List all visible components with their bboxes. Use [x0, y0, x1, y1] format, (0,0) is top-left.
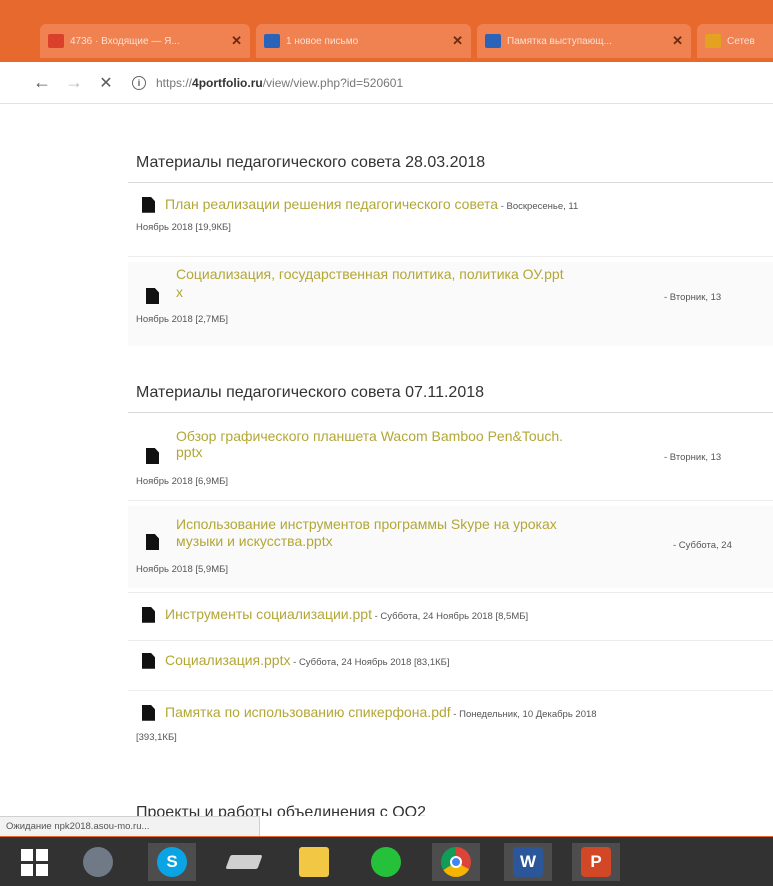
file-link-wrap[interactable]: музыки и искусства.pptx [176, 533, 333, 549]
chrome-center-icon [450, 856, 462, 868]
item-divider [128, 592, 773, 593]
file-link[interactable]: Использование инструментов программы Sky… [176, 516, 557, 532]
document-icon [146, 534, 159, 550]
scanner-icon [225, 855, 263, 869]
address-toolbar: ← → ✕ i https:// 4portfolio.ru /view/vie… [0, 62, 773, 104]
file-meta: - Понедельник, 10 Декабрь 2018 [450, 709, 597, 720]
file-link-wrap[interactable]: pptx [176, 444, 202, 460]
item-divider [128, 500, 773, 501]
file-item: Социализация, государственная политика, … [128, 262, 773, 346]
document-icon [142, 652, 155, 669]
stop-loading-icon[interactable]: ✕ [94, 73, 118, 93]
document-icon [142, 606, 155, 623]
document-icon [142, 704, 155, 721]
section-divider [128, 412, 773, 413]
item-divider [128, 640, 773, 641]
envelope-icon [264, 34, 280, 48]
file-meta: - Вторник, 13 [664, 292, 722, 303]
palette-icon [83, 847, 113, 877]
tab-close-icon[interactable]: ✕ [672, 33, 683, 49]
start-button[interactable] [10, 843, 58, 881]
tab-network[interactable]: Сетев [697, 24, 773, 58]
tab-title: Памятка выступающ... [507, 35, 612, 47]
file-link[interactable]: Памятка по использованию спикерфона.pdf [165, 704, 451, 720]
file-item: Социализация.pptx - Суббота, 24 Ноябрь 2… [128, 648, 773, 680]
tab-memo[interactable]: Памятка выступающ... ✕ [477, 24, 691, 58]
tab-close-icon[interactable]: ✕ [231, 33, 242, 49]
tab-title: 1 новое письмо [286, 35, 359, 47]
url-scheme: https:// [156, 75, 193, 90]
page-content: Материалы педагогического совета 28.03.2… [0, 104, 773, 816]
word-icon: W [513, 847, 543, 877]
file-link-wrap[interactable]: x [176, 284, 183, 300]
file-meta: - Суббота, 24 [673, 540, 732, 551]
taskbar-paint[interactable] [74, 843, 122, 881]
file-meta: - Суббота, 24 Ноябрь 2018 [83,1КБ] [290, 657, 450, 668]
url-host: 4portfolio.ru [192, 75, 263, 90]
site-info-icon[interactable]: i [132, 75, 146, 90]
file-meta-line: Ноябрь 2018 [19,9КБ] [136, 222, 231, 233]
file-meta-line: Ноябрь 2018 [5,9МБ] [136, 564, 229, 575]
mail-icon [48, 34, 64, 48]
tab-mail[interactable]: 4736 · Входящие — Я... ✕ [40, 24, 250, 58]
taskbar-whatsapp[interactable] [362, 843, 410, 881]
file-meta: - Суббота, 24 Ноябрь 2018 [8,5МБ] [371, 611, 529, 622]
file-meta: - Вторник, 13 [664, 452, 722, 463]
taskbar-explorer[interactable] [290, 843, 338, 881]
section-title: Материалы педагогического совета 07.11.2… [136, 384, 485, 401]
section-title-cutoff: Проекты и работы объединения с ОО2 [136, 804, 427, 816]
back-arrow-icon[interactable]: ← [30, 72, 54, 93]
document-icon [142, 196, 155, 213]
file-meta-line: Ноябрь 2018 [6,9МБ] [136, 476, 229, 487]
file-item: Памятка по использованию спикерфона.pdf … [128, 700, 773, 760]
document-icon [146, 288, 159, 304]
file-meta: - Воскресенье, 11 [498, 201, 579, 212]
status-bubble: Ожидание npk2018.asou-mo.ru... [0, 816, 260, 836]
windows-logo-icon [20, 848, 48, 876]
taskbar-word[interactable]: W [504, 843, 552, 881]
file-item: Инструменты социализации.ppt - Суббота, … [128, 600, 773, 632]
file-link[interactable]: Социализация.pptx [165, 652, 291, 668]
tab-title: Сетев [727, 35, 755, 47]
file-item: Использование инструментов программы Sky… [128, 506, 773, 588]
file-link[interactable]: Инструменты социализации.ppt [165, 606, 372, 622]
status-area [260, 816, 773, 836]
item-divider [128, 690, 773, 691]
taskbar-skype[interactable]: S [148, 843, 196, 881]
taskbar-chrome[interactable] [432, 843, 480, 881]
item-divider [128, 256, 773, 257]
file-link[interactable]: Социализация, государственная политика, … [176, 266, 564, 282]
folder-icon [705, 34, 721, 48]
file-item: План реализации решения педагогического … [128, 194, 773, 252]
chrome-icon [441, 847, 471, 877]
file-link[interactable]: План реализации решения педагогического … [165, 196, 498, 212]
url-path: /view/view.php?id=520601 [262, 75, 404, 90]
file-link[interactable]: Обзор графического планшета Wacom Bamboo… [176, 428, 563, 444]
tab-strip: 4736 · Входящие — Я... ✕ 1 новое письмо … [0, 0, 773, 62]
file-meta-line: Ноябрь 2018 [2,7МБ] [136, 314, 229, 325]
tab-title: 4736 · Входящие — Я... [70, 35, 180, 47]
whatsapp-icon [371, 847, 401, 877]
section-title: Материалы педагогического совета 28.03.2… [136, 154, 486, 171]
file-item: Обзор графического планшета Wacom Bamboo… [128, 422, 773, 506]
taskbar: S W P [0, 836, 773, 886]
section-divider [128, 182, 773, 183]
envelope-icon [485, 34, 501, 48]
tab-close-icon[interactable]: ✕ [452, 33, 463, 49]
taskbar-scanner[interactable] [220, 843, 268, 881]
skype-icon: S [157, 847, 187, 877]
tab-new-letter[interactable]: 1 новое письмо ✕ [256, 24, 471, 58]
powerpoint-icon: P [581, 847, 611, 877]
folder-icon [299, 847, 329, 877]
document-icon [146, 448, 159, 464]
forward-arrow-icon[interactable]: → [62, 72, 86, 93]
address-bar[interactable]: i https:// 4portfolio.ru /view/view.php?… [132, 75, 404, 90]
file-meta-line: [393,1КБ] [136, 732, 177, 743]
taskbar-powerpoint[interactable]: P [572, 843, 620, 881]
